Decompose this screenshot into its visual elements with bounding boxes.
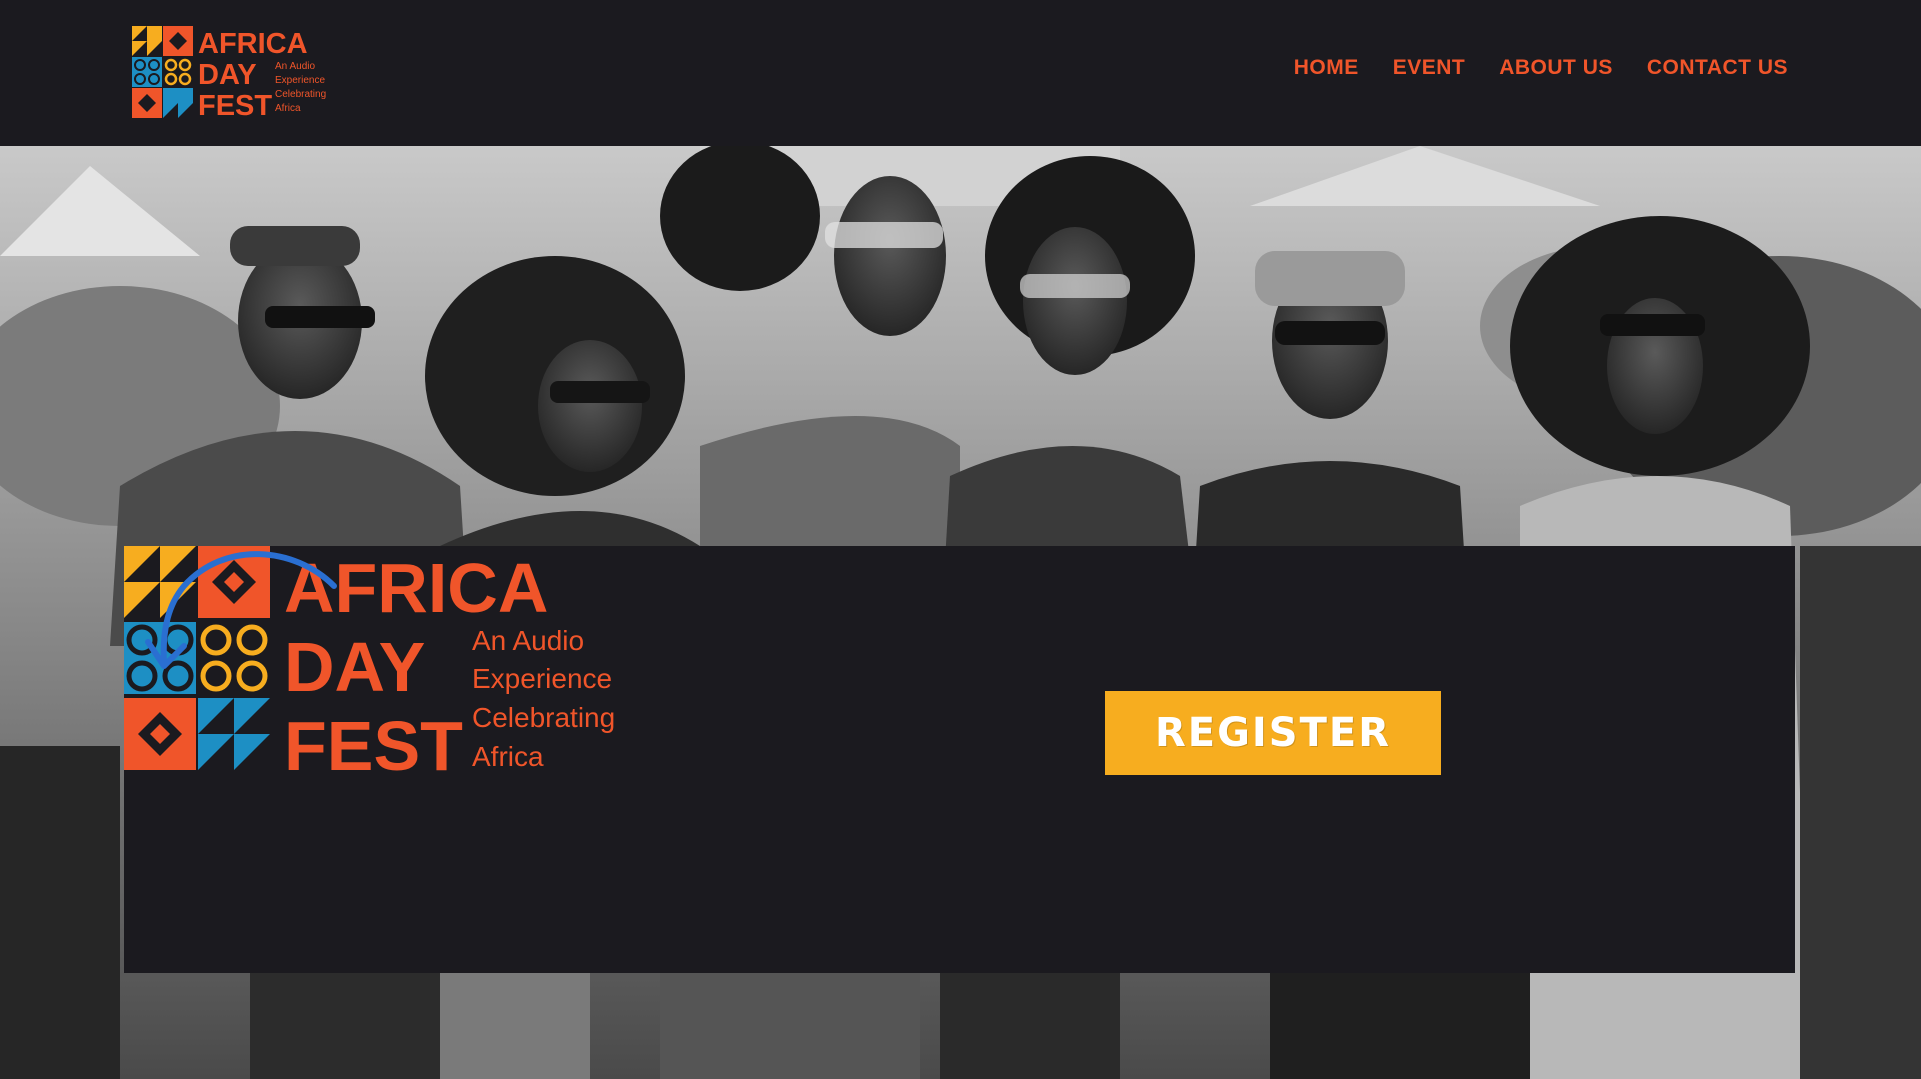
hero-tagline-2: Experience [472, 663, 612, 694]
logo-tagline-3: Celebrating [275, 89, 326, 100]
nav-about-us[interactable]: ABOUT US [1499, 56, 1613, 80]
logo-tagline-4: Africa [275, 103, 301, 114]
hero-tagline-1: An Audio [472, 625, 584, 656]
hero-panel: AFRICA DAY FEST An Audio Experience Cele… [124, 546, 1795, 973]
site-header: AFRICA DAY FEST An Audio Experience Cele… [0, 0, 1921, 146]
logo-tagline-2: Experience [275, 75, 325, 86]
logo-line-africa: AFRICA [198, 28, 308, 60]
hero-tagline-3: Celebrating [472, 702, 615, 733]
logo-pattern-icon [132, 26, 193, 118]
logo-line-fest: FEST [198, 90, 272, 120]
nav-contact-us[interactable]: CONTACT US [1647, 56, 1788, 80]
logo-tagline-1: An Audio [275, 61, 315, 72]
nav-home[interactable]: HOME [1294, 56, 1359, 80]
hero-section: AFRICA DAY FEST An Audio Experience Cele… [0, 146, 1921, 1079]
curved-arrow-icon [145, 551, 337, 669]
hero-tagline-4: Africa [472, 741, 544, 772]
nav-event[interactable]: EVENT [1393, 56, 1466, 80]
site-logo[interactable]: AFRICA DAY FEST An Audio Experience Cele… [132, 26, 352, 120]
main-nav: HOME EVENT ABOUT US CONTACT US [1294, 56, 1788, 80]
logo-line-day: DAY [198, 59, 257, 91]
register-button[interactable]: REGISTER [1105, 691, 1441, 775]
hero-logo-fest: FEST [284, 707, 463, 776]
